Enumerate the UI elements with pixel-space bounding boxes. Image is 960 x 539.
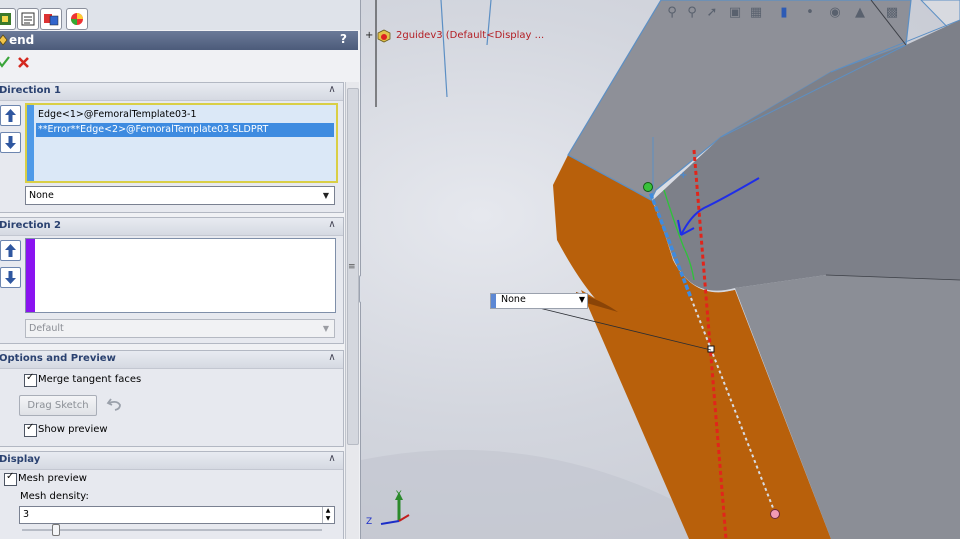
- display-header[interactable]: Display ∧: [0, 452, 343, 470]
- cancel-x-icon[interactable]: [17, 56, 30, 68]
- direction1-condition-value: None: [29, 190, 54, 201]
- checkmark-icon: ✓: [6, 471, 15, 482]
- flyout-part-label[interactable]: 2guidev3 (Default<Display ...: [396, 30, 544, 41]
- mesh-density-input[interactable]: 3 ▲ ▼: [19, 506, 335, 524]
- options-preview-title: Options and Preview: [0, 353, 116, 364]
- list-item-selected[interactable]: **Error**Edge<2>@FemoralTemplate03.SLDPR…: [36, 123, 334, 137]
- collapse-chevron-icon[interactable]: ∧: [326, 84, 338, 96]
- model-edge-line: [440, 0, 448, 98]
- arrow-down-icon: [5, 136, 16, 149]
- midpoint-handle[interactable]: [707, 345, 715, 353]
- merge-tangent-checkbox[interactable]: ✓: [24, 372, 37, 387]
- direction1-group: Direction 1 ∧ Edge<1>@FemoralTemplate03-…: [0, 82, 344, 213]
- direction1-header[interactable]: Direction 1 ∧: [0, 83, 343, 101]
- origin-plus-icon: +: [679, 170, 687, 181]
- mesh-density-label: Mesh density:: [20, 491, 89, 502]
- display-style-icon[interactable]: ▮: [776, 5, 792, 21]
- configuration-manager-tab[interactable]: [40, 8, 62, 30]
- triad-y-label: Y: [395, 490, 402, 500]
- direction2-group: Direction 2 ∧ Default ▼: [0, 217, 344, 344]
- grip-icon: ≡: [348, 262, 356, 272]
- direction2-condition-select[interactable]: Default ▼: [25, 319, 335, 338]
- move-up-button[interactable]: [0, 105, 21, 126]
- collapse-chevron-icon[interactable]: ∧: [326, 219, 338, 231]
- model-render[interactable]: + Y Z: [361, 0, 960, 539]
- ok-check-icon[interactable]: [0, 55, 10, 68]
- manager-tabs: [0, 0, 360, 30]
- heads-up-view-toolbar: ⚲ ⚲ ➚ ▣ ▦ ▮ • ◉ ▲ ▩: [664, 5, 914, 25]
- move-down-button[interactable]: [0, 132, 21, 153]
- direction2-condition-value: Default: [29, 323, 64, 334]
- property-manager-tab[interactable]: [17, 8, 39, 30]
- property-manager-icon: [21, 12, 35, 26]
- collapse-chevron-icon[interactable]: ∧: [326, 453, 338, 465]
- view-orientation-icon[interactable]: ▦: [748, 5, 764, 21]
- spin-arrows-icon[interactable]: ▲ ▼: [322, 507, 333, 523]
- feature-manager-tab[interactable]: [0, 8, 16, 30]
- panel-scrollbar[interactable]: ≡: [345, 82, 359, 539]
- display-manager-tab[interactable]: [66, 8, 88, 30]
- callout-color-bar: [491, 294, 496, 308]
- appearance-icon: [71, 13, 83, 25]
- feature-title-bar: end ?: [0, 31, 358, 50]
- options-preview-header[interactable]: Options and Preview ∧: [0, 351, 343, 369]
- zoom-to-fit-icon[interactable]: ⚲: [664, 5, 680, 21]
- feature-tree-icon: [0, 13, 11, 25]
- display-group: Display ∧ ✓ Mesh preview Mesh density: 3…: [0, 451, 344, 539]
- show-preview-label: Show preview: [38, 424, 108, 435]
- display-title: Display: [0, 454, 41, 465]
- end-condition-callout[interactable]: None ▼: [490, 293, 588, 309]
- checkmark-icon: ✓: [26, 372, 35, 383]
- zoom-to-area-icon[interactable]: ⚲: [684, 5, 700, 21]
- configuration-icon: [44, 14, 59, 26]
- mesh-preview-checkbox[interactable]: ✓: [4, 471, 17, 486]
- list-item[interactable]: Edge<1>@FemoralTemplate03-1: [38, 108, 197, 122]
- hide-show-items-icon[interactable]: •: [802, 5, 818, 21]
- merge-tangent-label: Merge tangent faces: [38, 374, 142, 385]
- arrow-up-icon: [5, 109, 16, 122]
- previous-view-icon[interactable]: ➚: [704, 5, 720, 21]
- drag-sketch-button[interactable]: Drag Sketch: [19, 395, 97, 416]
- mesh-density-value: 3: [23, 509, 30, 520]
- start-handle-dot[interactable]: [643, 182, 653, 192]
- collapse-chevron-icon[interactable]: ∧: [326, 352, 338, 364]
- triad-z-label: Z: [366, 517, 372, 527]
- selection-color-swatch: [26, 239, 35, 312]
- property-manager: end ? Direction 1 ∧ Edge<1>@FemoralTempl…: [0, 0, 361, 539]
- edit-appearance-icon[interactable]: ◉: [827, 5, 843, 21]
- arrow-down-icon: [5, 271, 16, 284]
- show-preview-checkbox[interactable]: ✓: [24, 422, 37, 437]
- apply-scene-icon[interactable]: ▲: [852, 5, 868, 21]
- end-handle-dot[interactable]: [770, 509, 780, 519]
- direction1-title: Direction 1: [0, 85, 62, 96]
- view-settings-icon[interactable]: ▩: [884, 5, 900, 21]
- feature-icon: [0, 34, 8, 46]
- mesh-density-slider-track[interactable]: [22, 529, 322, 531]
- mesh-preview-label: Mesh preview: [18, 473, 87, 484]
- section-view-icon[interactable]: ▣: [727, 5, 743, 21]
- dropdown-arrow-icon: ▼: [322, 324, 330, 333]
- feature-title: end: [9, 33, 35, 47]
- part-icon: [377, 29, 391, 43]
- expand-plus-icon[interactable]: +: [365, 30, 373, 41]
- move-up-button[interactable]: [0, 240, 21, 261]
- direction2-title: Direction 2: [0, 220, 62, 231]
- direction2-selection-list[interactable]: [25, 238, 336, 313]
- arrow-up-icon: [5, 244, 16, 257]
- graphics-viewport[interactable]: + Y Z: [361, 0, 960, 539]
- ok-cancel-row: [0, 51, 358, 77]
- dropdown-arrow-icon[interactable]: ▼: [579, 295, 585, 304]
- dropdown-arrow-icon: ▼: [322, 191, 330, 200]
- selection-color-swatch: [27, 105, 34, 181]
- direction1-condition-select[interactable]: None ▼: [25, 186, 335, 205]
- checkmark-icon: ✓: [26, 422, 35, 433]
- move-down-button[interactable]: [0, 267, 21, 288]
- direction1-selection-list[interactable]: Edge<1>@FemoralTemplate03-1 **Error**Edg…: [25, 103, 338, 183]
- options-preview-group: Options and Preview ∧ ✓ Merge tangent fa…: [0, 350, 344, 447]
- mesh-density-slider-thumb[interactable]: [52, 524, 60, 536]
- undo-icon[interactable]: [106, 396, 124, 412]
- callout-value: None: [501, 294, 526, 305]
- help-button[interactable]: ?: [340, 32, 352, 46]
- direction2-header[interactable]: Direction 2 ∧: [0, 218, 343, 236]
